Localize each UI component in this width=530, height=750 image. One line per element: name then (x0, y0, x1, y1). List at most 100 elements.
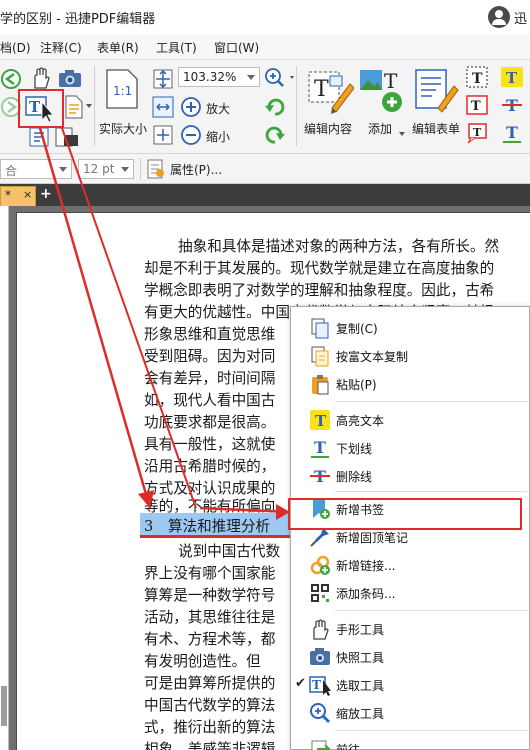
document-text-line: 算筹是一种数学符号 (144, 587, 276, 604)
menu-document[interactable]: 档(D) (0, 39, 31, 56)
actual-size-label[interactable]: 实际大小 (99, 120, 147, 137)
menu-comment[interactable]: 注释(C) (40, 39, 82, 56)
menu-form[interactable]: 表单(R) (97, 39, 139, 56)
context-menu-item-label: 新增链接... (336, 559, 396, 573)
properties-icon[interactable] (146, 159, 166, 179)
document-text-line: 抽象和具体是描述对象的两种方法，各有所长。然 (178, 238, 500, 255)
menu-window[interactable]: 窗口(W) (214, 39, 259, 56)
fit-width-icon[interactable] (152, 96, 174, 118)
svg-text:T: T (472, 71, 483, 87)
add-dropdown-arrow-icon[interactable] (399, 132, 405, 136)
link-icon (310, 555, 330, 575)
edit-content-icon[interactable]: T (306, 66, 354, 116)
rich-copy-icon (311, 346, 329, 367)
toolbar-separator (296, 66, 297, 146)
user-avatar-icon[interactable] (488, 6, 510, 28)
svg-text:T: T (314, 77, 329, 102)
actual-size-icon[interactable]: 1:1 (104, 68, 140, 110)
new-tab-icon[interactable]: + (40, 186, 52, 202)
document-tab[interactable]: * × (0, 186, 36, 206)
context-menu-separator (335, 491, 527, 492)
context-menu-item-label: 高亮文本 (336, 414, 385, 428)
svg-text:T: T (312, 678, 321, 692)
zoom-in-dropdown-icon[interactable] (264, 67, 300, 89)
user-name[interactable]: 迅 (514, 8, 527, 27)
svg-text:1:1: 1:1 (113, 84, 132, 98)
document-text-line: 形象思维和直觉思维 (144, 326, 276, 343)
context-menu-item-highlight[interactable]: T 高亮文本 (291, 407, 530, 433)
document-text-icon[interactable] (64, 94, 84, 120)
menu-tools[interactable]: 工具(T) (156, 39, 197, 56)
context-menu-item-paste[interactable]: 粘贴(P) (291, 371, 530, 397)
propbar-separator (140, 158, 141, 180)
svg-text:T: T (506, 123, 518, 142)
properties-button[interactable]: 属性(P)... (170, 161, 222, 178)
context-menu-item-strikethrough[interactable]: T 删除线 (291, 463, 530, 489)
document-text-line: 可是由算筹所提供的 (144, 675, 276, 692)
font-size-select[interactable]: 12 pt (78, 159, 134, 179)
context-menu-item-label: 快照工具 (336, 651, 385, 665)
panel-splitter-handle[interactable] (1, 686, 7, 726)
document-text-line: 等的，不能有所偏向 (144, 498, 276, 515)
zoom-in-label[interactable]: 放大 (206, 100, 230, 117)
zoom-in-icon[interactable] (180, 96, 202, 118)
context-menu-item-rich-copy[interactable]: 按富文本复制 (291, 343, 530, 369)
highlight-icon: T (310, 410, 330, 430)
hand-tool-icon[interactable] (30, 66, 52, 90)
context-menu-item-barcode[interactable]: 添加条码... (291, 580, 530, 606)
document-text-line: 有发明创造性。但 (144, 653, 261, 670)
document-text-line: 中国古代数学的算法 (144, 697, 276, 714)
context-menu-item-camera[interactable]: 快照工具 (291, 644, 530, 670)
tab-close-icon[interactable]: × (23, 188, 32, 201)
font-family-select[interactable]: 合 (0, 159, 72, 179)
zoom-combobox[interactable]: 103.32% (178, 67, 260, 87)
document-tab-bar: * × + (0, 184, 530, 206)
zoom-out-icon[interactable] (180, 124, 202, 146)
context-menu-item-link[interactable]: 新增链接... (291, 552, 530, 578)
strikeout-text-icon[interactable]: T (500, 94, 524, 116)
context-menu-separator (335, 730, 527, 731)
underline-icon: T (311, 438, 329, 458)
fit-page-icon[interactable] (152, 68, 174, 90)
zoom-out-label[interactable]: 缩小 (206, 128, 230, 145)
svg-text:T: T (506, 69, 518, 87)
annotation-menu-highlight (288, 498, 522, 530)
rotate-right-icon[interactable] (264, 124, 286, 146)
callout-icon[interactable]: T (466, 122, 488, 144)
text-box-edit-icon[interactable]: T (466, 94, 488, 116)
text-field-icon[interactable]: T (466, 66, 488, 88)
context-menu-item-label: 前往 (336, 743, 361, 750)
add-content-icon[interactable]: T (358, 66, 406, 116)
underline-text-icon[interactable]: T (500, 122, 524, 144)
selected-text-line: 3 算法和推理分析 (144, 518, 271, 535)
context-menu-item-copy[interactable]: 复制(C) (291, 315, 530, 341)
document-text-line: 相象、美感等非逻辑 (144, 741, 276, 750)
font-size-dropdown-arrow-icon (121, 167, 129, 172)
hand-icon (313, 619, 329, 640)
rotate-left-icon[interactable] (264, 96, 286, 118)
highlight-text-icon[interactable]: T (500, 66, 524, 88)
context-menu-item-zoom-tool[interactable]: 缩放工具 (291, 700, 530, 726)
back-icon[interactable] (0, 68, 22, 90)
left-panel-collapse-bar[interactable] (0, 206, 9, 750)
context-menu-separator (335, 610, 527, 611)
context-menu-item-select-tool[interactable]: ✔ T 选取工具 (291, 672, 530, 698)
text-box-icon[interactable] (28, 126, 50, 148)
font-family-dropdown-arrow-icon (59, 167, 67, 172)
context-menu-item-hand[interactable]: 手形工具 (291, 616, 530, 642)
zoom-value: 103.32% (183, 70, 237, 84)
edit-form-label[interactable]: 编辑表单 (412, 120, 460, 137)
add-label[interactable]: 添加 (368, 120, 392, 137)
context-menu-item-underline[interactable]: T 下划线 (291, 435, 530, 461)
context-menu-item-label: 新增固顶笔记 (336, 531, 409, 545)
snapshot-camera-icon[interactable] (58, 68, 82, 88)
document-text-line: 却是不利于其发展的。现代数学就是建立在高度抽象的 (144, 260, 495, 277)
dropdown-arrow-icon[interactable] (86, 104, 92, 108)
edit-form-icon[interactable] (414, 68, 460, 114)
document-text-line: 功底要求都是很高。 (144, 414, 276, 431)
copy-icon (311, 318, 329, 339)
context-menu-item-goto[interactable]: 前往 (291, 736, 530, 750)
edit-content-label[interactable]: 编辑内容 (304, 120, 352, 137)
fit-visible-icon[interactable] (152, 124, 174, 146)
insert-image-icon[interactable] (54, 126, 80, 148)
